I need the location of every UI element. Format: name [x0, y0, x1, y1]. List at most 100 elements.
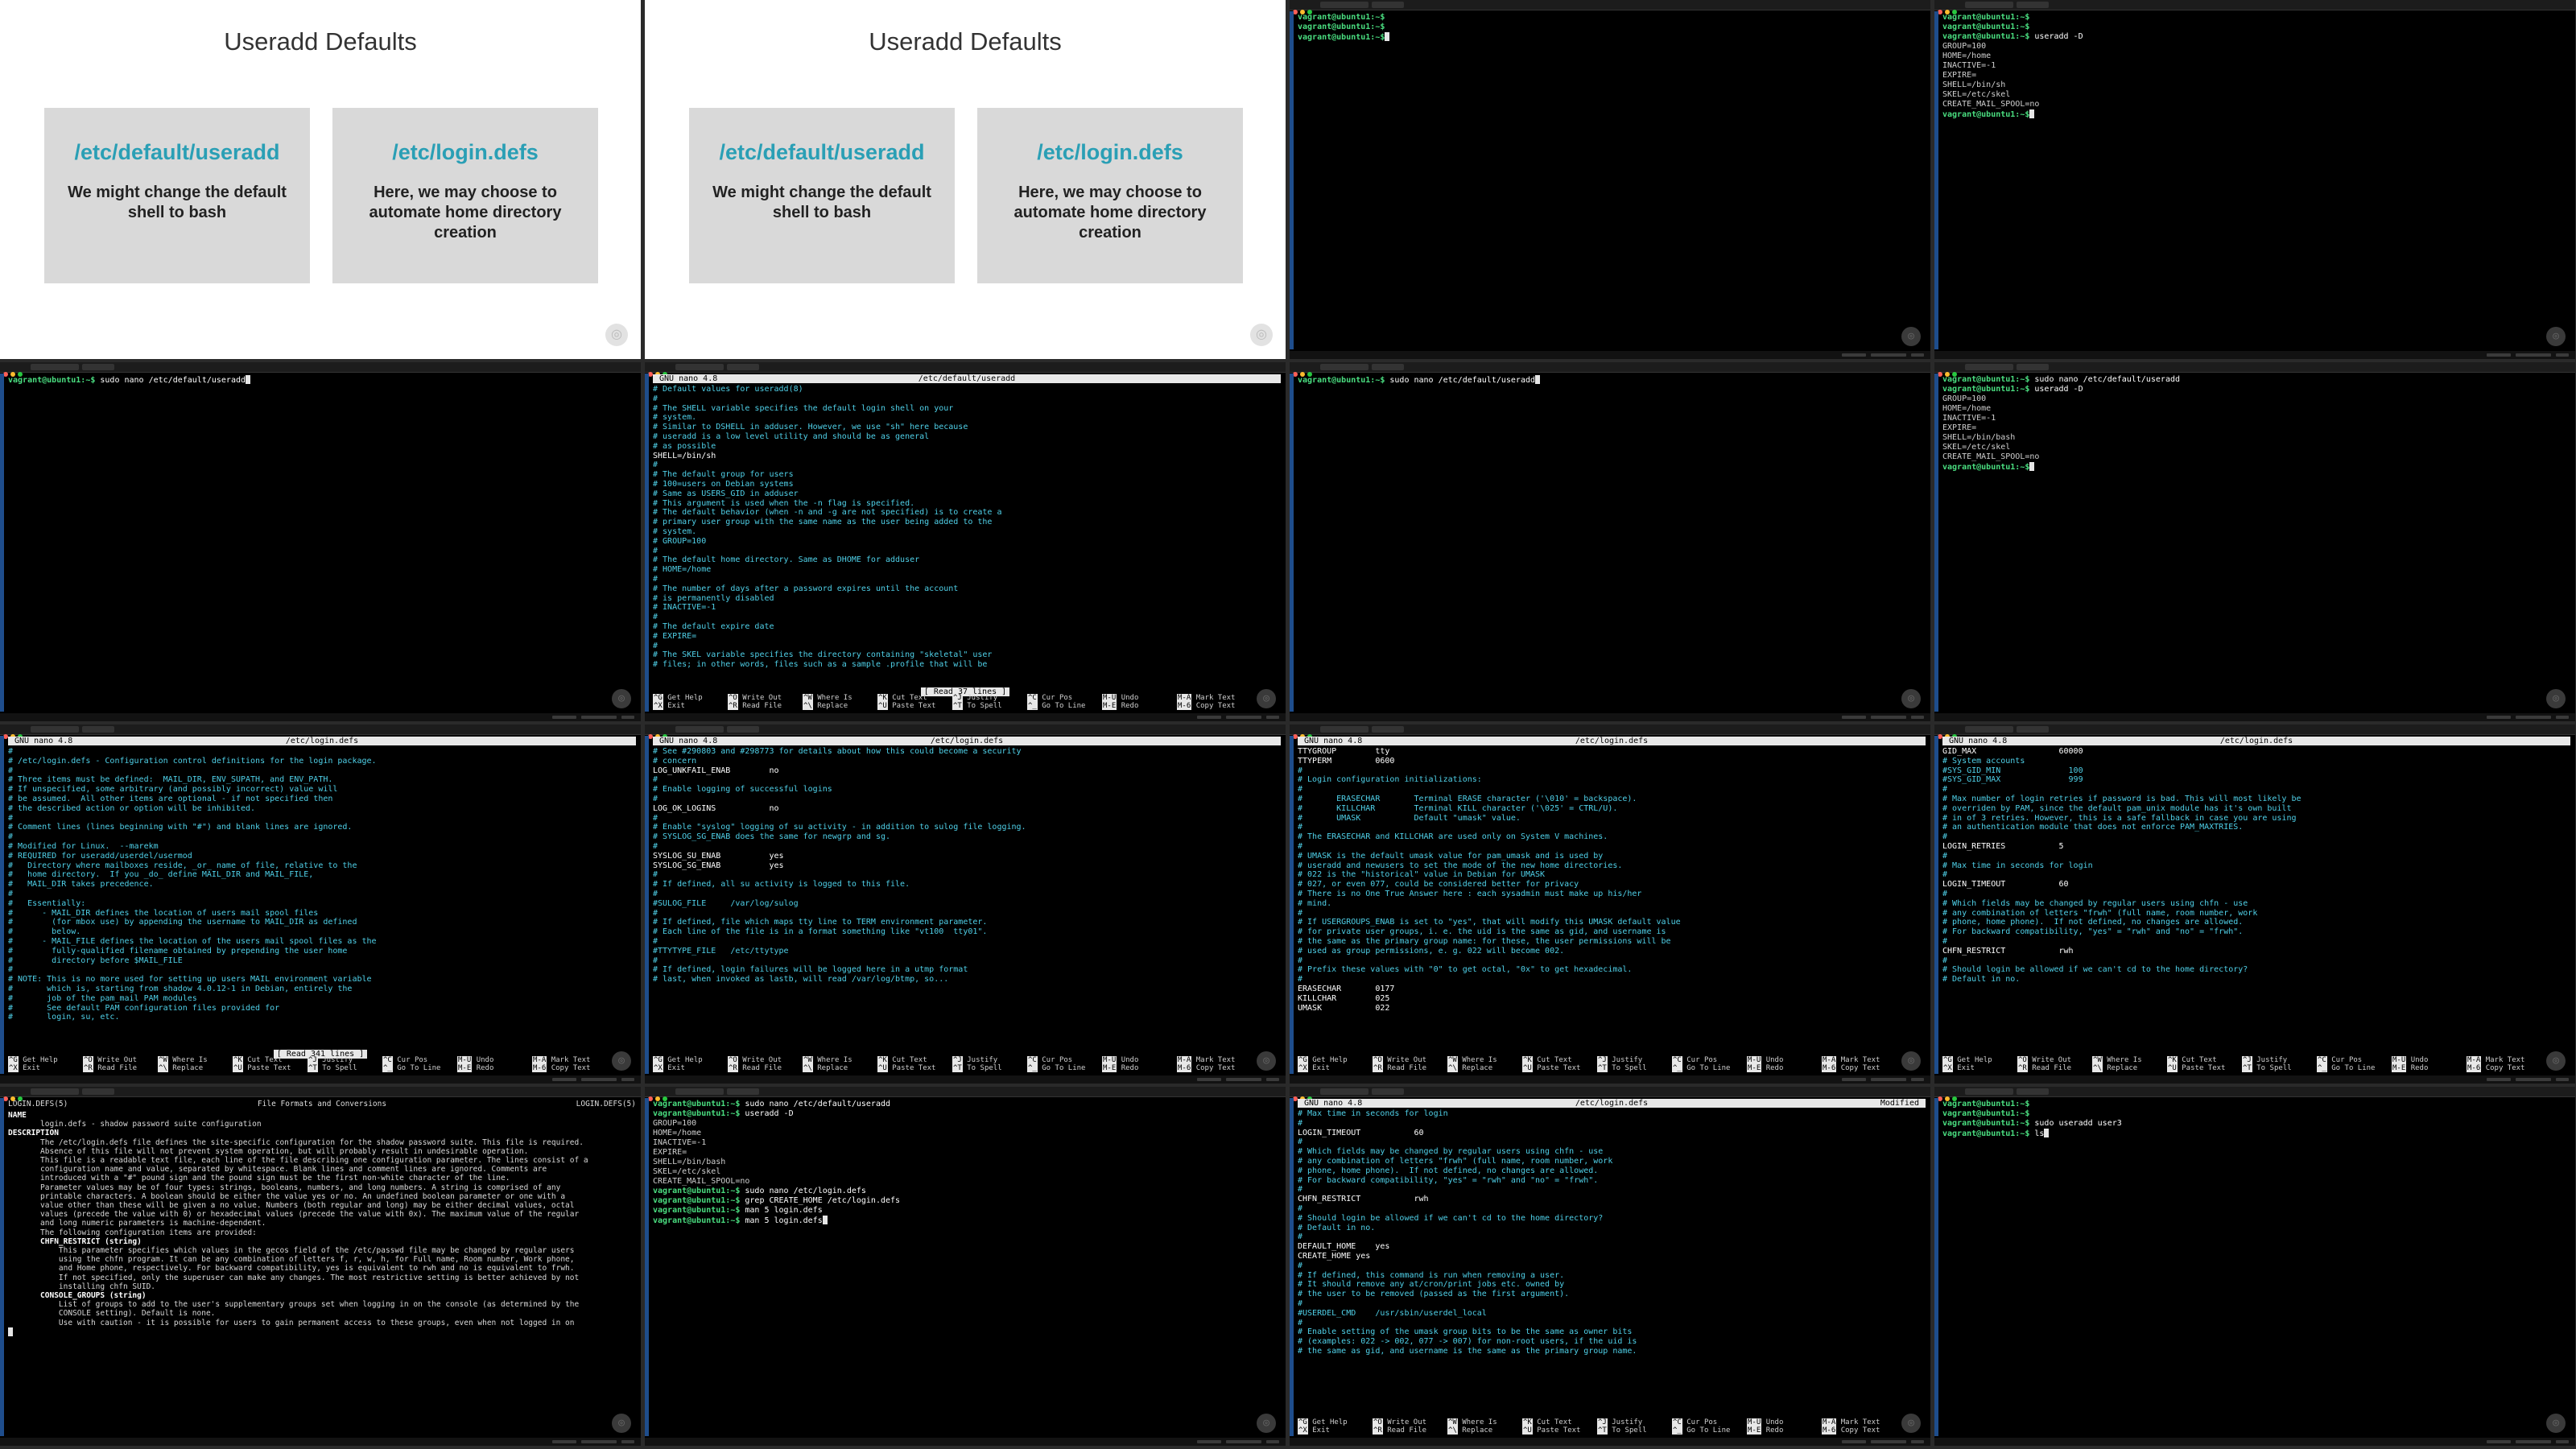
terminal-tab[interactable] [82, 364, 114, 370]
terminal-tab[interactable] [31, 364, 79, 370]
nano-shortcut[interactable]: M-A Mark Text M-6 Copy Text [1177, 694, 1235, 710]
nano-shortcut[interactable]: ^W Where Is ^\ Replace [1447, 1418, 1497, 1435]
terminal-tab[interactable] [1965, 2, 2013, 8]
nano-shortcut[interactable]: ^O Write Out ^R Read File [728, 1056, 782, 1072]
nano-shortcut[interactable]: ^K Cut Text ^U Paste Text [2167, 1056, 2225, 1072]
terminal-tab[interactable] [1372, 2, 1404, 8]
nano-shortcut[interactable]: M-A Mark Text M-6 Copy Text [1822, 1056, 1880, 1072]
nano-editor-text[interactable]: # See #290803 and #298773 for details ab… [653, 747, 1281, 1050]
nano-shortcut[interactable]: ^J Justify ^T To Spell [1597, 1056, 1647, 1072]
terminal-tab[interactable] [1320, 364, 1368, 370]
terminal-tab[interactable] [1965, 364, 2013, 370]
terminal-tab[interactable] [675, 1088, 724, 1095]
nano-shortcut[interactable]: ^K Cut Text ^U Paste Text [877, 1056, 935, 1072]
nano-shortcut[interactable]: ^J Justify ^T To Spell [952, 1056, 1002, 1072]
nano-shortcut[interactable]: M-U Undo M-E Redo [1102, 694, 1138, 710]
nano-shortcut[interactable]: ^O Write Out ^R Read File [83, 1056, 137, 1072]
nano-shortcut[interactable]: ^O Write Out ^R Read File [1373, 1056, 1426, 1072]
nano-editor-text[interactable]: # # /etc/login.defs - Configuration contr… [8, 747, 636, 1050]
nano-shortcut[interactable]: ^K Cut Text ^U Paste Text [233, 1056, 291, 1072]
nano-login-defs-modified[interactable]: ◎ GNU nano 4.8/etc/login.defs Modified # Ma… [1290, 1087, 1930, 1446]
terminal-output[interactable]: vagrant@ubuntu1:~$ sudo nano /etc/defaul… [8, 375, 636, 710]
terminal-tab[interactable] [1372, 1088, 1404, 1095]
nano-shortcut[interactable]: ^G Get Help ^X Exit [8, 1056, 58, 1072]
nano-shortcut[interactable]: ^J Justify ^T To Spell [952, 694, 1002, 710]
terminal-tab[interactable] [727, 364, 759, 370]
terminal-tab[interactable] [727, 726, 759, 733]
terminal-tab[interactable] [1320, 1088, 1368, 1095]
nano-shortcut[interactable]: M-U Undo M-E Redo [457, 1056, 493, 1072]
terminal-4[interactable]: ◎ vagrant@ubuntu1:~$ vagrant@ubuntu1:~$ vag… [1934, 0, 2575, 359]
nano-shortcut[interactable]: M-U Undo M-E Redo [1747, 1418, 1783, 1435]
terminal-tab[interactable] [1965, 726, 2013, 733]
terminal-8[interactable]: ◎ vagrant@ubuntu1:~$ sudo nano /etc/defau… [1934, 362, 2575, 721]
nano-editor-text[interactable]: GID_MAX 60000 # System accounts #SYS_GID_M… [1942, 747, 2570, 1050]
nano-shortcut[interactable]: ^G Get Help ^X Exit [1298, 1418, 1348, 1435]
terminal-tab[interactable] [31, 726, 79, 733]
nano-shortcut[interactable]: ^G Get Help ^X Exit [1942, 1056, 1992, 1072]
nano-shortcut[interactable]: ^O Write Out ^R Read File [1373, 1418, 1426, 1435]
nano-shortcut[interactable]: ^C Cur Pos ^_ Go To Line [382, 1056, 440, 1072]
nano-shortcut[interactable]: ^W Where Is ^\ Replace [803, 1056, 852, 1072]
nano-login-defs-4[interactable]: ◎ GNU nano 4.8/etc/login.defs GID_MAX 6000… [1934, 724, 2575, 1084]
terminal-tab[interactable] [2017, 364, 2049, 370]
terminal-tab[interactable] [2017, 1088, 2049, 1095]
nano-shortcut[interactable]: ^G Get Help ^X Exit [1298, 1056, 1348, 1072]
terminal-tab[interactable] [1320, 2, 1368, 8]
nano-editor-text[interactable]: TTYGROUP tty TTYPERM 0600 # # Login configu… [1298, 747, 1926, 1050]
terminal-tab[interactable] [82, 1088, 114, 1095]
nano-shortcut[interactable]: ^C Cur Pos ^_ Go To Line [1027, 694, 1085, 710]
terminal-tab[interactable] [1372, 364, 1404, 370]
terminal-output[interactable]: vagrant@ubuntu1:~$ sudo nano /etc/defaul… [1298, 375, 1926, 710]
nano-shortcut[interactable]: ^G Get Help ^X Exit [653, 694, 703, 710]
nano-shortcut[interactable]: M-A Mark Text M-6 Copy Text [1177, 1056, 1235, 1072]
nano-shortcut[interactable]: ^K Cut Text ^U Paste Text [1522, 1418, 1580, 1435]
terminal-tab[interactable] [675, 726, 724, 733]
man-page-login-defs[interactable]: ◎ LOGIN.DEFS(5) File Formats and Conversio… [0, 1087, 641, 1446]
terminal-output[interactable]: vagrant@ubuntu1:~$ sudo nano /etc/defaul… [1942, 375, 2570, 710]
terminal-tab[interactable] [1372, 726, 1404, 733]
nano-shortcut[interactable]: ^W Where Is ^\ Replace [1447, 1056, 1497, 1072]
terminal-tab[interactable] [1965, 1088, 2013, 1095]
terminal-16[interactable]: ◎ vagrant@ubuntu1:~$ vagrant@ubuntu1:~$ vag… [1934, 1087, 2575, 1446]
nano-shortcut[interactable]: ^K Cut Text ^U Paste Text [1522, 1056, 1580, 1072]
terminal-7[interactable]: ◎ vagrant@ubuntu1:~$ sudo nano /etc/defau… [1290, 362, 1930, 721]
nano-shortcut[interactable]: ^C Cur Pos ^_ Go To Line [1027, 1056, 1085, 1072]
nano-editor-text[interactable]: # Max time in seconds for login # LOGIN_TI… [1298, 1109, 1926, 1412]
nano-editor-text[interactable]: # Default values for useradd(8) # # The SH… [653, 385, 1281, 687]
man-page-text[interactable]: NAME login.defs - shadow password suite … [8, 1111, 636, 1435]
nano-shortcut[interactable]: ^W Where Is ^\ Replace [2092, 1056, 2142, 1072]
terminal-tab[interactable] [675, 364, 724, 370]
nano-shortcut[interactable]: M-U Undo M-E Redo [1102, 1056, 1138, 1072]
nano-login-defs-2[interactable]: ◎ GNU nano 4.8/etc/login.defs # See #29080… [645, 724, 1286, 1084]
nano-shortcut[interactable]: M-U Undo M-E Redo [1747, 1056, 1783, 1072]
terminal-3[interactable]: ◎ vagrant@ubuntu1:~$ vagrant@ubuntu1:~$ vag… [1290, 0, 1930, 359]
terminal-tab[interactable] [2017, 2, 2049, 8]
terminal-output[interactable]: vagrant@ubuntu1:~$ sudo nano /etc/defaul… [653, 1100, 1281, 1435]
terminal-tab[interactable] [1320, 726, 1368, 733]
nano-shortcut[interactable]: ^O Write Out ^R Read File [2017, 1056, 2071, 1072]
terminal-output[interactable]: vagrant@ubuntu1:~$ vagrant@ubuntu1:~$ vagr… [1942, 1100, 2570, 1435]
terminal-tab[interactable] [82, 726, 114, 733]
nano-shortcut[interactable]: M-A Mark Text M-6 Copy Text [2467, 1056, 2524, 1072]
terminal-5[interactable]: ◎ vagrant@ubuntu1:~$ sudo nano /etc/defau… [0, 362, 641, 721]
nano-shortcut[interactable]: ^J Justify ^T To Spell [308, 1056, 357, 1072]
nano-shortcut[interactable]: ^O Write Out ^R Read File [728, 694, 782, 710]
nano-shortcut[interactable]: ^J Justify ^T To Spell [1597, 1418, 1647, 1435]
nano-shortcut[interactable]: M-A Mark Text M-6 Copy Text [532, 1056, 590, 1072]
nano-shortcut[interactable]: ^G Get Help ^X Exit [653, 1056, 703, 1072]
terminal-14[interactable]: ◎ vagrant@ubuntu1:~$ sudo nano /etc/defau… [645, 1087, 1286, 1446]
terminal-tab[interactable] [2017, 726, 2049, 733]
terminal-output[interactable]: vagrant@ubuntu1:~$ vagrant@ubuntu1:~$ vagr… [1942, 13, 2570, 348]
nano-shortcut[interactable]: ^C Cur Pos ^_ Go To Line [2317, 1056, 2375, 1072]
nano-shortcut[interactable]: M-A Mark Text M-6 Copy Text [1822, 1418, 1880, 1435]
nano-useradd[interactable]: ◎ GNU nano 4.8/etc/default/useradd # Defau… [645, 362, 1286, 721]
nano-login-defs-1[interactable]: ◎ GNU nano 4.8/etc/login.defs # # /etc/logi… [0, 724, 641, 1084]
nano-shortcut[interactable]: M-U Undo M-E Redo [2392, 1056, 2428, 1072]
terminal-output[interactable]: vagrant@ubuntu1:~$ vagrant@ubuntu1:~$ vagr… [1298, 13, 1926, 348]
nano-shortcut[interactable]: ^J Justify ^T To Spell [2242, 1056, 2292, 1072]
nano-shortcut[interactable]: ^C Cur Pos ^_ Go To Line [1672, 1418, 1730, 1435]
nano-login-defs-3[interactable]: ◎ GNU nano 4.8/etc/login.defs TTYGROUP tty… [1290, 724, 1930, 1084]
terminal-tab[interactable] [727, 1088, 759, 1095]
terminal-tab[interactable] [31, 1088, 79, 1095]
